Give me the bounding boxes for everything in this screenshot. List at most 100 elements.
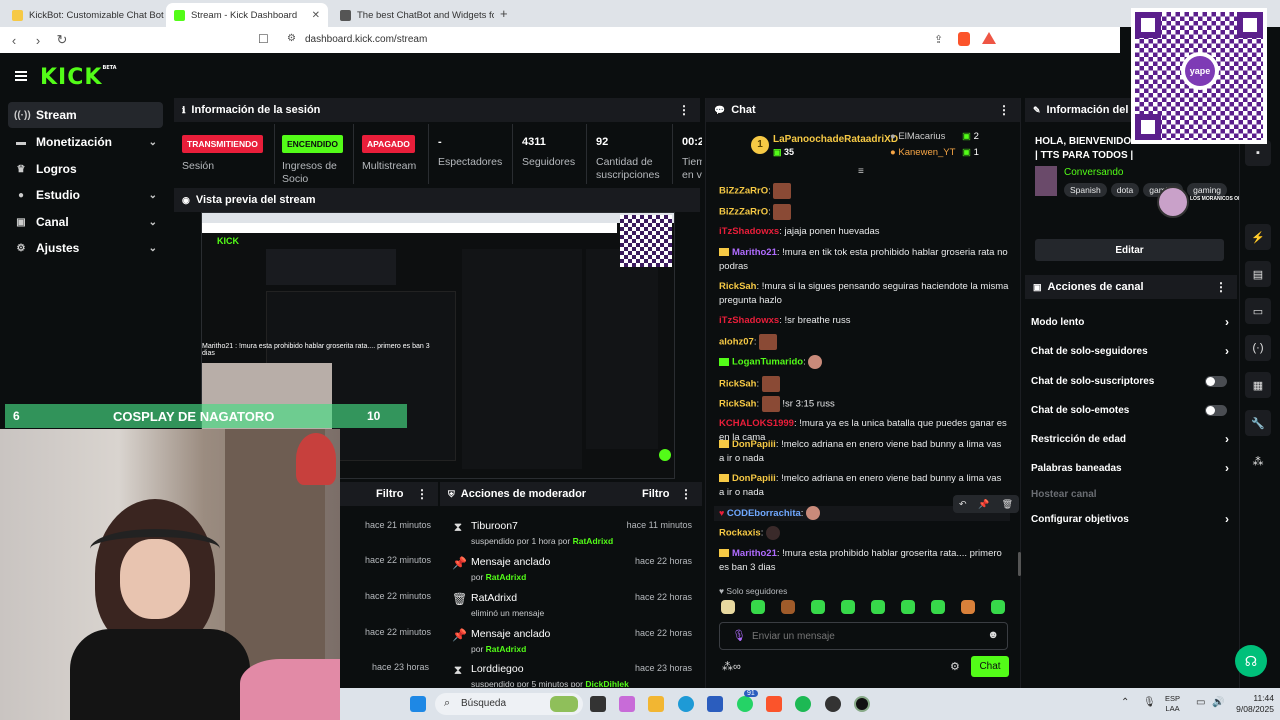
back-icon[interactable]: ‹ [4,33,24,48]
windows-start-icon[interactable] [410,696,426,712]
sidebar-item-channel[interactable]: ▣ Canal ⌄ [8,209,163,235]
chat-username[interactable]: BiZzZaRrO [719,186,768,197]
chat-username[interactable]: iTzShadowxs [719,315,779,326]
emoji-icon[interactable]: ☻ [987,629,999,641]
menu-icon[interactable] [15,71,27,81]
sidebar-item-monetization[interactable]: ▬ Monetización ⌄ [8,129,163,155]
app-icon[interactable] [854,696,870,712]
emote-icon[interactable] [781,600,795,614]
chat-message[interactable]: RickSah: [719,376,1009,392]
bookmark-icon[interactable]: ☐ [258,32,269,46]
microphone-tray-icon[interactable]: 🎙 [1143,697,1156,708]
edit-button[interactable]: Editar [1035,239,1224,261]
brave-shield-icon[interactable] [958,32,970,46]
chat-scrollbar[interactable] [1018,552,1021,576]
mod-action-row[interactable]: 🗑 RatAdrixd eliminó un mensaje hace 22 h… [450,588,700,624]
new-tab-icon[interactable]: + [500,6,508,21]
chat-username[interactable]: DonPapiii [732,439,776,450]
copilot-icon[interactable] [619,696,635,712]
mod-action-user[interactable]: RatAdrixd [486,644,527,654]
configure-goals-item[interactable]: Configurar objetivos › [1031,507,1231,531]
taskbar-search[interactable]: ⌕ Búsqueda [435,693,583,715]
mod-action-user[interactable]: RatAdrixd [486,572,527,582]
more-options-icon[interactable]: ⋮ [416,487,428,501]
browser-tab-chatbot[interactable]: The best ChatBot and Widgets for Ki [332,3,494,27]
chat-message[interactable]: LoganTumarido: [719,355,1009,370]
filter-button[interactable]: Filtro [376,488,404,500]
chat-message[interactable]: BiZzZaRrO: [719,204,1009,220]
task-view-icon[interactable] [590,696,606,712]
mod-action-user[interactable]: DickDihlek [585,679,628,687]
rail-button-broadcast[interactable]: (·) [1245,335,1271,361]
chat-username[interactable]: alohz07 [719,337,754,348]
emote-icon[interactable] [811,600,825,614]
rail-button-chat[interactable]: ▭ [1245,298,1271,324]
gear-icon[interactable]: ⚙ [950,660,960,673]
gifter-2[interactable]: ● ElMacarius [890,131,945,142]
support-headset-icon[interactable]: ☊ [1235,645,1267,677]
emotes-only-item[interactable]: Chat de solo-emotes [1031,398,1231,422]
spotify-icon[interactable] [795,696,811,712]
edge-icon[interactable] [678,696,694,712]
url-field[interactable]: dashboard.kick.com/stream [305,34,427,45]
sidebar-item-settings[interactable]: ⚙ Ajustes ⌄ [8,235,163,261]
forward-icon[interactable]: › [28,33,48,48]
brave-icon[interactable] [766,696,782,712]
reply-icon[interactable]: ↶ [959,499,967,510]
emote-icon[interactable] [871,600,885,614]
chat-username[interactable]: KCHALOKS1999 [719,418,794,429]
network-icon[interactable]: ▭ [1196,697,1205,708]
mod-action-user[interactable]: RatAdrixd [573,536,614,546]
emote-icon[interactable] [751,600,765,614]
pin-icon[interactable]: 📌 [978,499,989,510]
send-chat-button[interactable]: Chat [971,656,1009,677]
mod-action-row[interactable]: 📌 Mensaje anclado por RatAdrixd hace 22 … [450,552,700,588]
gifter-3[interactable]: ● Kanewen_YT [890,147,955,158]
chat-message[interactable]: RickSah: !mura si la sigues pensando seg… [719,280,1009,308]
category-link[interactable]: Conversando [1064,167,1123,178]
chat-input[interactable] [752,628,972,644]
file-explorer-icon[interactable] [648,696,664,712]
chat-username[interactable]: Maritho21 [732,247,777,258]
emotes-only-toggle[interactable] [1205,404,1227,416]
chat-message[interactable]: iTzShadowxs: jajaja ponen huevadas [719,225,1009,239]
sidebar-item-achievements[interactable]: ♛ Logros [8,156,163,182]
brave-rewards-icon[interactable] [982,32,996,44]
chat-message[interactable]: RickSah: !sr 3:15 russ [719,396,1009,412]
emote-icon[interactable] [991,600,1005,614]
rail-button-document[interactable]: ▤ [1245,261,1271,287]
emote-icon[interactable] [901,600,915,614]
mod-action-row[interactable]: 📌 Mensaje anclado por RatAdrixd hace 22 … [450,624,700,660]
browser-tab-kickbot[interactable]: KickBot: Customizable Chat Bot for K [4,3,164,27]
chat-username[interactable]: BiZzZaRrO [719,207,768,218]
store-icon[interactable] [707,696,723,712]
site-info-icon[interactable]: ⚙ [287,33,296,44]
chat-message[interactable]: Maritho21: !mura en tik tok esta prohibi… [719,246,1009,274]
more-options-icon[interactable]: ⋮ [680,487,692,501]
slow-mode-item[interactable]: Modo lento › [1031,310,1231,334]
top-gifter-name[interactable]: LaPanoochadeRataadriXD [773,134,898,145]
tray-chevron-icon[interactable]: ⌃ [1121,697,1129,708]
rail-button-tools[interactable]: 🔧 [1245,410,1271,436]
chat-message[interactable]: alohz07: [719,334,1009,350]
microphone-icon[interactable]: 🎙 [732,629,746,642]
whatsapp-icon[interactable] [737,696,753,712]
share-icon[interactable]: ⇪ [934,33,943,46]
rail-button-layout[interactable]: ▦ [1245,372,1271,398]
more-options-icon[interactable]: ⋮ [678,103,690,117]
chat-username[interactable]: RickSah [719,281,757,292]
chat-message[interactable]: Maritho21: !mura esta prohibido hablar g… [719,547,1009,575]
chat-username[interactable]: LoganTumarido [732,357,803,368]
chat-message[interactable]: DonPapiii: !melco adriana en enero viene… [719,438,1009,466]
emote-icon[interactable] [721,600,735,614]
emote-icon[interactable] [961,600,975,614]
rail-button-extensions[interactable]: ⁂ [1245,448,1271,474]
language-indicator[interactable]: ESP LAA [1165,694,1180,714]
mod-action-row[interactable]: ⧗ Tiburoon7 suspendido por 1 hora por Ra… [450,516,700,552]
chat-username[interactable]: RickSah [719,399,757,410]
extensions-icon[interactable]: ⁂∞ [722,660,741,673]
delete-icon[interactable]: 🗑 [1002,499,1013,510]
followers-only-item[interactable]: Chat de solo-seguidores › [1031,339,1231,363]
subscribers-only-item[interactable]: Chat de solo-suscriptores [1031,369,1231,393]
rail-button-lightning[interactable]: ⚡ [1245,224,1271,250]
